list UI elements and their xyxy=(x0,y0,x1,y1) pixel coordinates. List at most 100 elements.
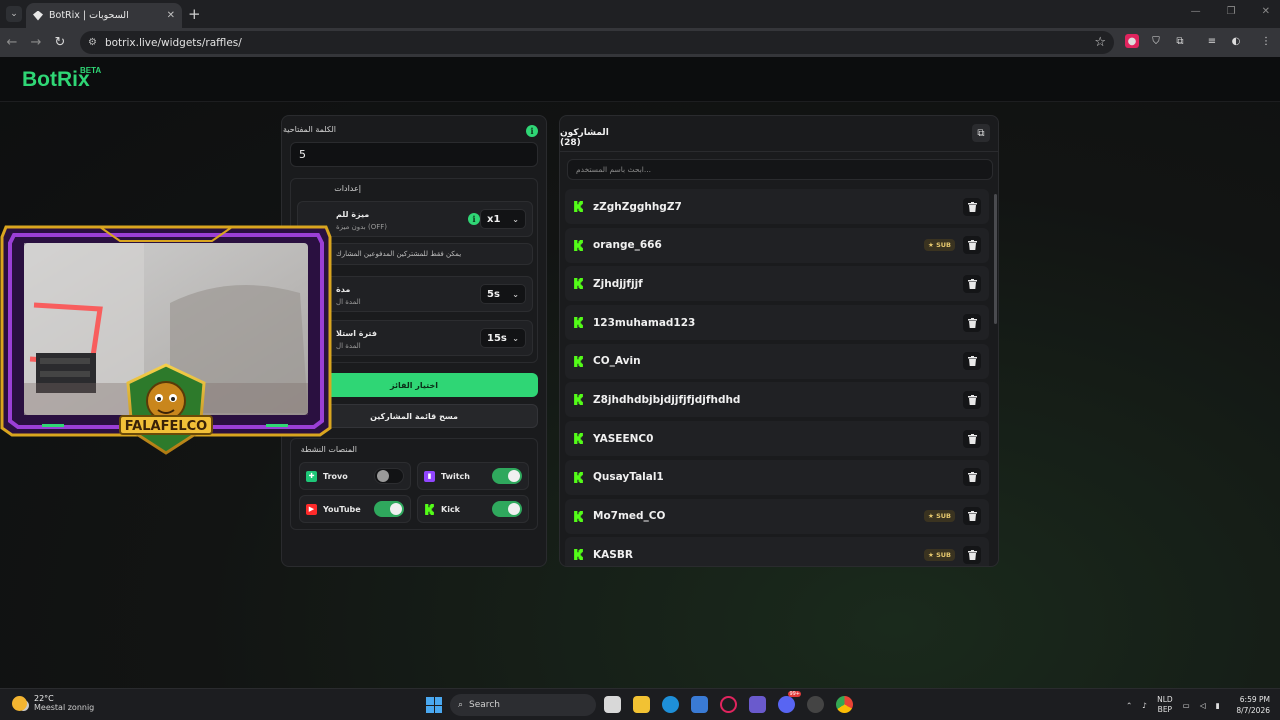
kick-toggle[interactable] xyxy=(492,501,522,517)
remove-participant-button[interactable] xyxy=(963,313,981,332)
twitch-icon: ▮ xyxy=(424,470,435,482)
remove-participant-button[interactable] xyxy=(963,545,981,564)
forward-button[interactable]: → xyxy=(24,35,48,50)
reload-button[interactable]: ↻ xyxy=(48,35,72,50)
remove-participant-button[interactable] xyxy=(963,352,981,371)
partly-sunny-icon xyxy=(12,695,27,711)
lang-bottom: BEP xyxy=(1157,705,1173,714)
tab-title: BotRix | السحوبات xyxy=(49,10,129,21)
chrome-icon[interactable] xyxy=(836,696,853,713)
subs-only-note[interactable]: يمكن فقط للمشتركين المدفوعين المشارك xyxy=(297,243,533,265)
language-indicator[interactable]: NLD BEP xyxy=(1157,695,1173,715)
clock[interactable]: 6:59 PM 8/7/2026 xyxy=(1232,694,1270,716)
list-scrollbar[interactable] xyxy=(994,194,997,324)
trash-icon xyxy=(967,317,977,328)
file-explorer-icon[interactable] xyxy=(633,696,650,713)
twitch-toggle[interactable] xyxy=(492,468,522,484)
participant-row[interactable]: 123muhamad123 xyxy=(565,305,989,341)
participant-row[interactable]: Z8jhdhdbjbjdjjfjfjdjfhdhd xyxy=(565,382,989,418)
remove-participant-button[interactable] xyxy=(963,390,981,409)
extensions-puzzle-icon[interactable]: ⧉ xyxy=(1173,34,1187,48)
remove-participant-button[interactable] xyxy=(963,429,981,448)
interval-select[interactable]: 15s ⌄ xyxy=(480,328,526,348)
remove-participant-button[interactable] xyxy=(963,507,981,525)
remove-participant-button[interactable] xyxy=(963,236,981,255)
info-icon[interactable]: i xyxy=(526,125,538,137)
participant-list: zZghZgghhgZ7 orange_666 ★ SUB Zjhdjjfjjf 123… xyxy=(565,189,989,566)
maximize-icon[interactable]: ❐ xyxy=(1227,6,1236,17)
kick-icon xyxy=(425,503,434,515)
participant-row[interactable]: zZghZgghhgZ7 xyxy=(565,189,989,224)
more-menu-icon[interactable]: ⋮ xyxy=(1259,34,1273,48)
url-text[interactable]: botrix.live/widgets/raffles/ xyxy=(105,37,1094,49)
interval-value: 15s xyxy=(487,332,507,344)
participant-row[interactable]: Mo7med_CO ★ SUB xyxy=(565,498,989,534)
sub-multiplier-value: x1 xyxy=(487,213,501,225)
extension-red-icon[interactable]: ● xyxy=(1125,34,1139,48)
copy-icon[interactable]: ⧉ xyxy=(972,124,990,142)
keyword-input[interactable]: 5 xyxy=(290,142,538,167)
back-button[interactable]: ← xyxy=(0,35,24,50)
browser-tab[interactable]: BotRix | السحوبات ✕ xyxy=(26,3,182,28)
participant-row[interactable]: QusayTalal1 xyxy=(565,459,989,495)
sub-multiplier-label: ميزة للم xyxy=(336,210,370,219)
platform-youtube: ▶ YouTube xyxy=(299,495,411,523)
discord-icon[interactable]: 99+ xyxy=(778,691,801,713)
battery-icon[interactable]: ▮ xyxy=(1216,701,1220,710)
remove-participant-button[interactable] xyxy=(963,197,981,216)
trash-icon xyxy=(967,472,977,483)
participant-username: CO_Avin xyxy=(593,355,641,368)
trash-icon xyxy=(967,549,977,560)
tab-search-button[interactable]: ⌄ xyxy=(6,6,22,22)
remove-participant-button[interactable] xyxy=(963,468,981,487)
volume-icon[interactable]: ◁ xyxy=(1200,701,1206,710)
store-icon[interactable] xyxy=(691,696,708,713)
remove-participant-button[interactable] xyxy=(963,274,981,293)
app-icon[interactable] xyxy=(749,696,766,713)
taskbar-search-label: Search xyxy=(469,700,500,710)
sub-multiplier-info-icon[interactable]: i xyxy=(468,213,480,225)
start-button[interactable] xyxy=(426,697,442,713)
kick-icon xyxy=(574,433,583,445)
participants-header: المشاركون (28) ⧉ xyxy=(560,116,998,152)
participant-row[interactable]: orange_666 ★ SUB xyxy=(565,227,989,263)
duration-row: مدة المدة ال 5s ⌄ xyxy=(297,276,533,312)
kick-icon xyxy=(574,549,583,561)
youtube-toggle[interactable] xyxy=(374,501,404,517)
opera-icon[interactable] xyxy=(720,696,737,713)
site-info-icon[interactable]: ⚙ xyxy=(88,37,97,48)
browser-toolbar: ← → ↻ ⚙ botrix.live/widgets/raffles/ ☆ ●… xyxy=(0,28,1280,57)
close-window-icon[interactable]: ✕ xyxy=(1262,6,1270,17)
trovo-toggle[interactable] xyxy=(374,468,404,484)
microphone-icon[interactable]: ♪ xyxy=(1142,701,1147,710)
duration-select[interactable]: 5s ⌄ xyxy=(480,284,526,304)
new-tab-button[interactable]: + xyxy=(188,5,201,23)
profile-icon[interactable]: ◐ xyxy=(1229,34,1243,48)
bookmark-star-icon[interactable]: ☆ xyxy=(1094,35,1106,50)
sub-multiplier-select[interactable]: x1 ⌄ xyxy=(480,209,526,229)
participant-search-input[interactable]: ابحث باسم المستخدم... xyxy=(567,159,993,180)
sub-badge: ★ SUB xyxy=(923,239,955,252)
trash-icon xyxy=(967,433,977,444)
address-bar[interactable]: ⚙ botrix.live/widgets/raffles/ ☆ xyxy=(80,31,1114,54)
weather-widget[interactable]: 22°C Meestal zonnig xyxy=(12,694,94,712)
participant-row[interactable]: CO_Avin xyxy=(565,343,989,379)
close-tab-icon[interactable]: ✕ xyxy=(167,10,175,21)
stream-overlay: FALAFELCO xyxy=(0,223,332,455)
edge-icon[interactable] xyxy=(662,696,679,713)
system-tray: ⌃ ♪ NLD BEP ▭ ◁ ▮ xyxy=(1126,695,1220,715)
reading-list-icon[interactable]: ≡ xyxy=(1205,34,1219,48)
window-controls: — ❐ ✕ xyxy=(1191,6,1270,17)
participant-row[interactable]: Zjhdjjfjjf xyxy=(565,266,989,302)
participant-row[interactable]: KASBR ★ SUB xyxy=(565,537,989,566)
network-icon[interactable]: ▭ xyxy=(1183,701,1190,710)
tray-expand-icon[interactable]: ⌃ xyxy=(1126,701,1132,710)
settings-title: إعدادات xyxy=(334,184,361,193)
participant-row[interactable]: YASEENC0 xyxy=(565,421,989,457)
taskbar-search[interactable]: ⌕ Search xyxy=(450,694,596,716)
app2-icon[interactable] xyxy=(807,696,824,713)
extension-shield-icon[interactable]: ⛉ xyxy=(1149,34,1163,48)
task-view-icon[interactable] xyxy=(604,696,621,713)
minimize-icon[interactable]: — xyxy=(1191,6,1201,17)
sub-badge-label: SUB xyxy=(936,512,951,520)
